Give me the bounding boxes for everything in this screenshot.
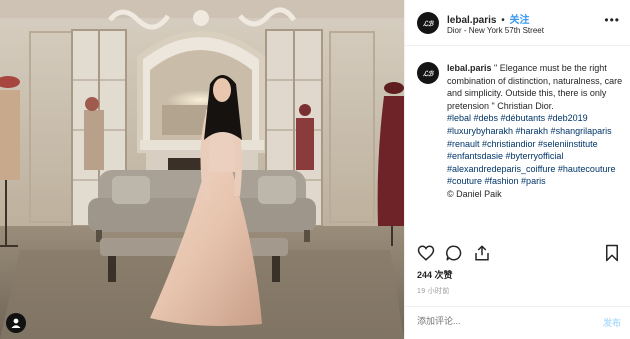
heart-icon[interactable] [417,244,435,262]
header-user-line: lebal.paris • 关注 [447,11,530,26]
share-icon[interactable] [473,244,491,262]
caption-avatar[interactable]: ℒℬ [417,62,439,84]
username-link[interactable]: lebal.paris [447,15,496,26]
post-timestamp[interactable]: 19 小时前 [417,286,450,296]
follow-button[interactable]: 关注 [510,15,530,26]
bookmark-icon[interactable] [603,244,621,262]
post-header: ℒℬ lebal.paris • 关注 Dior - New York 57th… [405,0,630,46]
location-link[interactable]: Dior - New York 57th Street [447,26,544,35]
comment-input[interactable] [417,316,587,326]
more-icon[interactable]: ••• [604,14,620,26]
post-side-panel: ℒℬ lebal.paris • 关注 Dior - New York 57th… [404,0,630,339]
follow-separator: • [501,15,505,26]
caption-area: ℒℬ lebal.paris " Elegance must be the ri… [405,56,630,234]
comment-bar: 发布 [405,306,630,339]
post-comment-button[interactable]: 发布 [603,316,621,329]
like-count[interactable]: 244 次赞 [417,268,453,281]
caption-username[interactable]: lebal.paris [447,63,492,73]
caption-avatar-logo: ℒℬ [423,68,433,78]
avatar-logo: ℒℬ [423,18,433,28]
comment-icon[interactable] [445,244,463,262]
caption-credit: © Daniel Paik [447,188,502,199]
action-bar [415,244,625,266]
user-tag-icon[interactable] [6,313,26,333]
post-photo[interactable] [0,0,404,339]
avatar[interactable]: ℒℬ [417,12,439,34]
photo-scene [0,0,404,339]
caption-hashtags[interactable]: #lebal #debs #débutants #deb2019 #luxury… [447,113,615,186]
caption-text: lebal.paris " Elegance must be the right… [447,62,629,201]
